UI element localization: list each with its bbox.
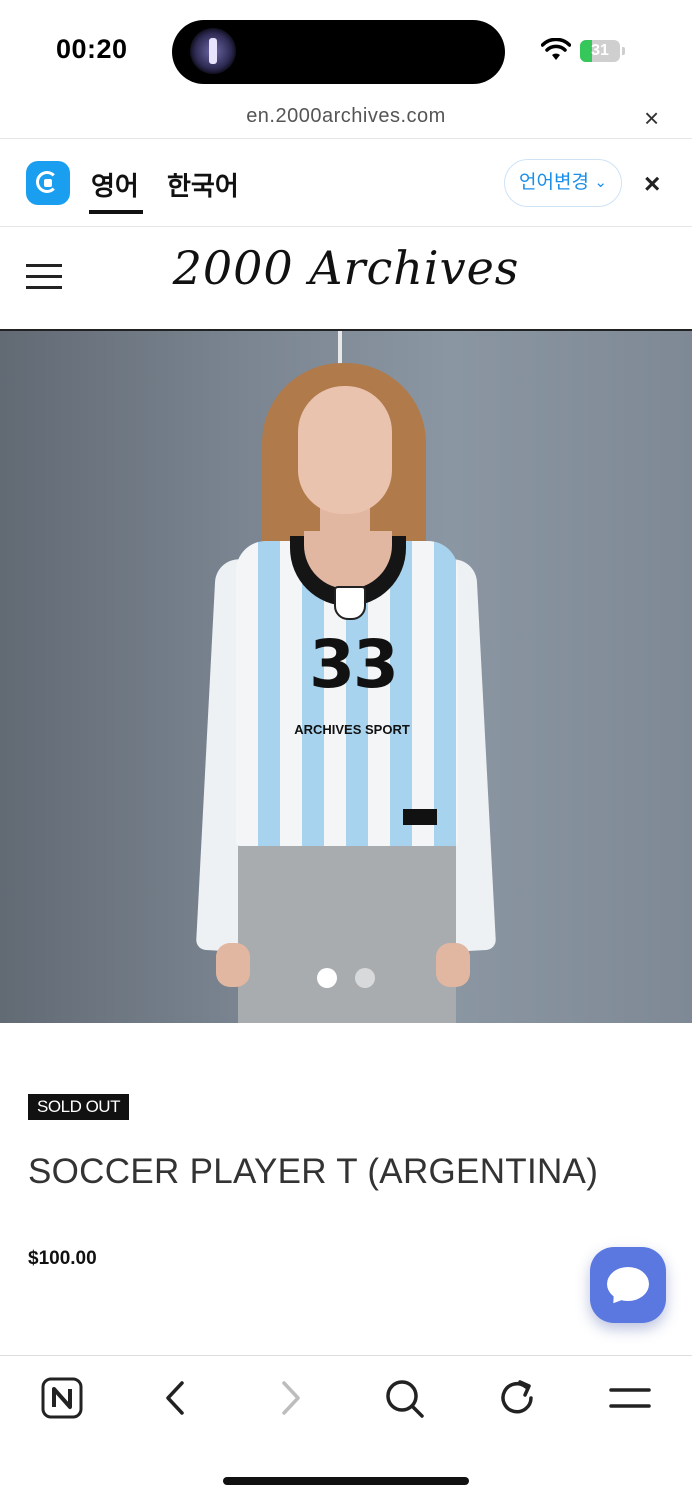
close-translation-icon[interactable]: × bbox=[644, 168, 660, 200]
browser-toolbar bbox=[0, 1355, 692, 1501]
tab-korean[interactable]: 한국어 bbox=[167, 166, 239, 203]
site-logo[interactable]: 2000 Archives bbox=[0, 241, 692, 295]
chevron-down-icon: ⌄ bbox=[594, 174, 607, 191]
crest-icon bbox=[334, 586, 366, 620]
reload-icon[interactable] bbox=[496, 1376, 540, 1420]
product-price: $100.00 bbox=[28, 1248, 97, 1269]
flashlight-indicator-icon bbox=[190, 28, 236, 74]
tab-english[interactable]: 영어 bbox=[91, 166, 139, 203]
jersey-number: 33 bbox=[309, 626, 399, 703]
dynamic-island bbox=[172, 20, 505, 84]
menu-icon[interactable] bbox=[608, 1376, 652, 1420]
jersey-patch bbox=[403, 809, 437, 825]
battery-icon: 31 bbox=[580, 40, 620, 62]
change-language-label: 언어변경 bbox=[519, 172, 589, 193]
jersey-text: ARCHIVES SPORT bbox=[294, 722, 410, 737]
search-icon[interactable] bbox=[382, 1376, 426, 1420]
back-icon[interactable] bbox=[154, 1376, 198, 1420]
url-close-icon[interactable]: × bbox=[644, 103, 659, 134]
forward-icon bbox=[282, 1381, 300, 1415]
model-face bbox=[298, 386, 392, 514]
status-time: 00:20 bbox=[56, 34, 128, 64]
product-title: SOCCER PLAYER T (ARGENTINA) bbox=[28, 1152, 599, 1191]
papago-logo-icon[interactable] bbox=[26, 161, 70, 205]
chat-button[interactable] bbox=[590, 1247, 666, 1323]
product-image-carousel[interactable]: 33 ARCHIVES SPORT bbox=[0, 331, 692, 1023]
change-language-button[interactable]: 언어변경 ⌄ bbox=[504, 159, 622, 207]
url-text[interactable]: en.2000archives.com bbox=[0, 105, 692, 128]
status-bar: 00:20 31 bbox=[0, 0, 692, 100]
carousel-dot-1[interactable] bbox=[317, 968, 337, 988]
home-indicator[interactable] bbox=[223, 1477, 469, 1485]
translation-bar: 영어 한국어 언어변경 ⌄ × bbox=[0, 139, 692, 227]
active-tab-indicator bbox=[89, 210, 143, 214]
url-bar[interactable]: en.2000archives.com × bbox=[0, 100, 692, 139]
naver-home-icon[interactable] bbox=[40, 1376, 84, 1420]
wifi-icon bbox=[541, 38, 571, 60]
sold-out-badge: SOLD OUT bbox=[28, 1094, 129, 1120]
carousel-dot-2[interactable] bbox=[355, 968, 375, 988]
battery-level: 31 bbox=[591, 42, 609, 59]
site-header: 2000 Archives bbox=[0, 227, 692, 331]
